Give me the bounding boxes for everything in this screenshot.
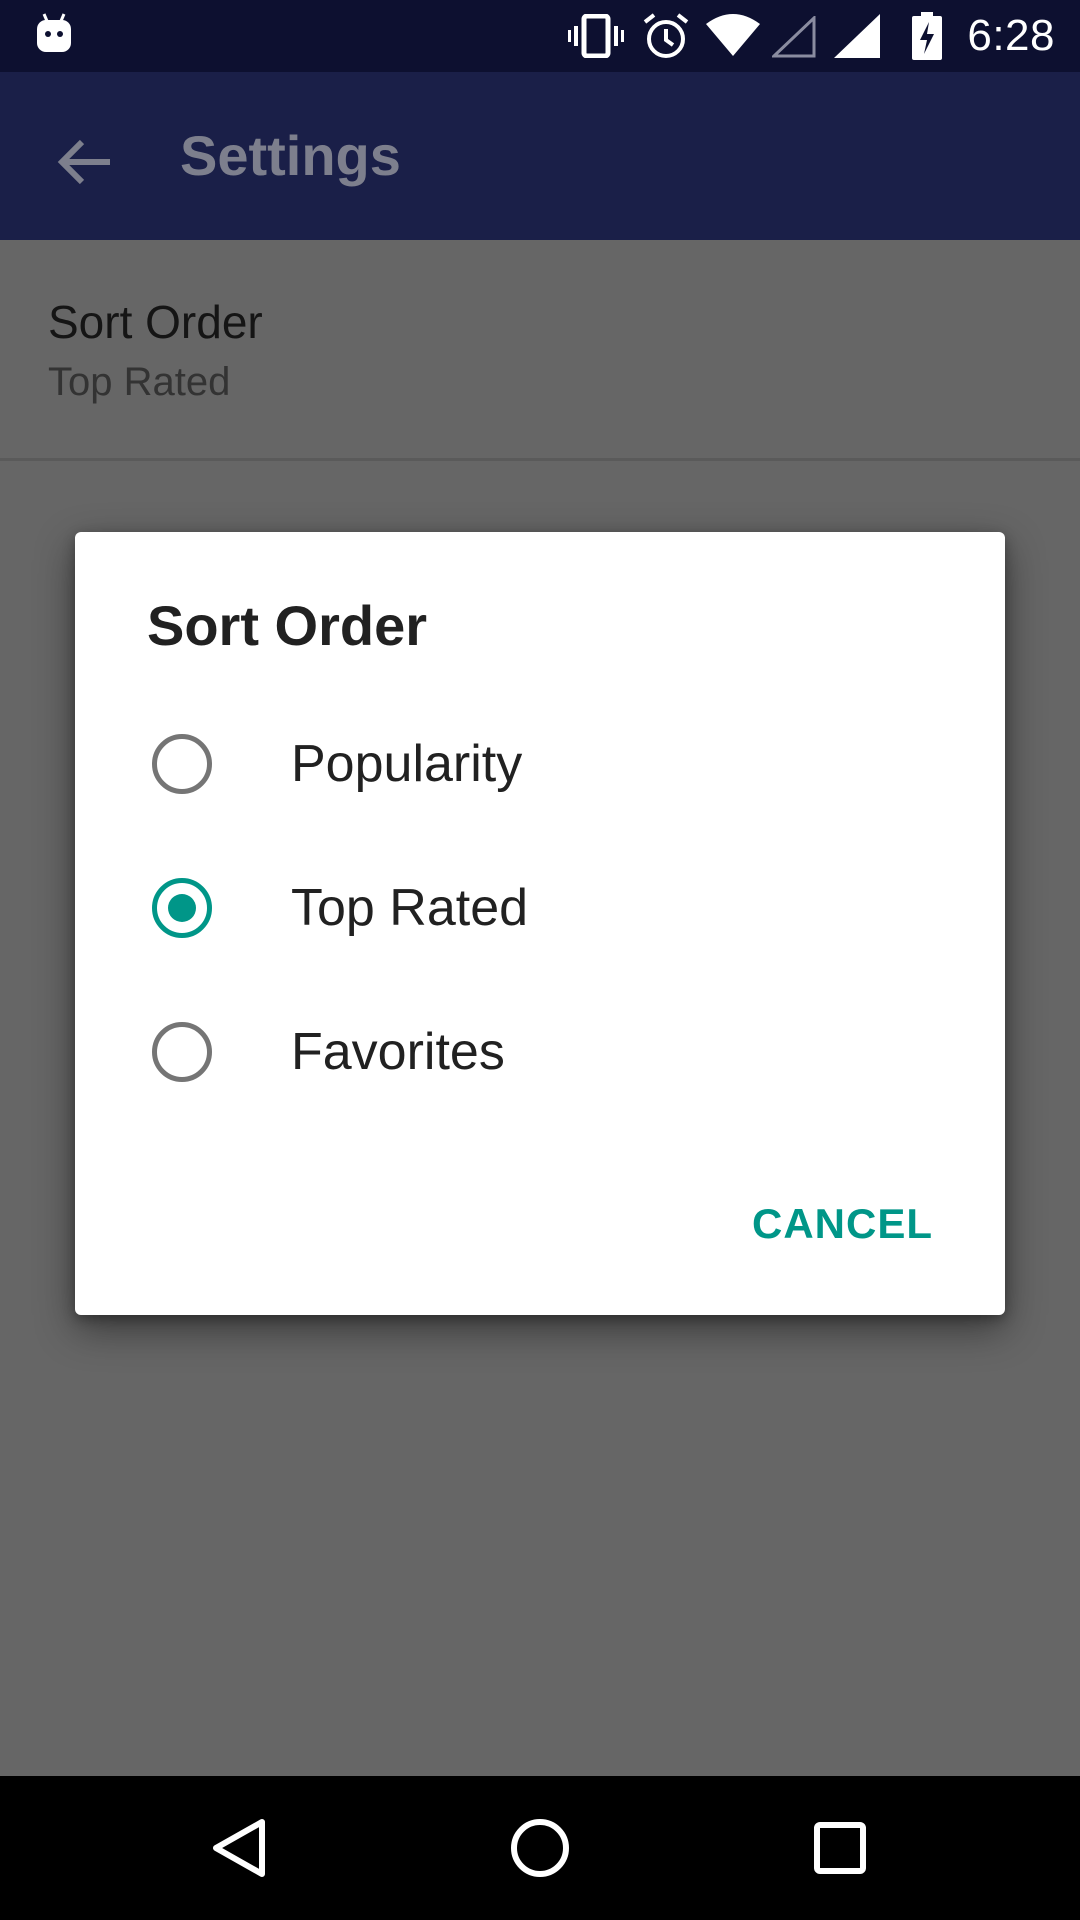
radio-button-checked[interactable] (152, 878, 212, 938)
signal-full-icon (834, 14, 880, 63)
status-bar: 6:28 (0, 0, 1080, 72)
arrow-back-icon (36, 139, 132, 214)
radio-button-unchecked[interactable] (152, 1022, 212, 1082)
nav-home-button[interactable] (492, 1800, 588, 1896)
option-label: Top Rated (291, 879, 529, 937)
battery-charging-icon (912, 12, 942, 65)
nav-back-button[interactable] (192, 1800, 288, 1896)
radio-button-unchecked[interactable] (152, 734, 212, 794)
option-popularity[interactable]: Popularity (75, 692, 1005, 836)
home-circle-icon (492, 1819, 588, 1900)
alarm-icon (642, 12, 690, 65)
preference-sort-order[interactable]: Sort Order Top Rated (0, 240, 1080, 461)
preference-title: Sort Order (48, 296, 263, 348)
signal-empty-icon (770, 14, 816, 63)
preference-summary: Top Rated (48, 360, 231, 404)
page-title: Settings (180, 124, 401, 187)
option-label: Favorites (291, 1023, 505, 1081)
sort-order-dialog: Sort Order Popularity Top Rated Favorite… (75, 532, 1005, 1315)
navigation-bar (0, 1776, 1080, 1920)
option-top-rated[interactable]: Top Rated (75, 836, 1005, 980)
status-time: 6:28 (967, 11, 1055, 60)
wifi-icon (706, 14, 760, 61)
option-label: Popularity (291, 735, 523, 793)
nav-recents-button[interactable] (792, 1800, 888, 1896)
option-favorites[interactable]: Favorites (75, 980, 1005, 1124)
android-debug-icon (36, 12, 72, 59)
dialog-title: Sort Order (147, 594, 428, 657)
app-bar: Settings (0, 72, 1080, 240)
back-triangle-icon (192, 1819, 288, 1900)
vibrate-icon (568, 13, 624, 63)
recents-square-icon (792, 1822, 888, 1900)
back-button[interactable] (36, 114, 132, 210)
cancel-button[interactable]: CANCEL (728, 1187, 957, 1261)
radio-dot (168, 894, 196, 922)
